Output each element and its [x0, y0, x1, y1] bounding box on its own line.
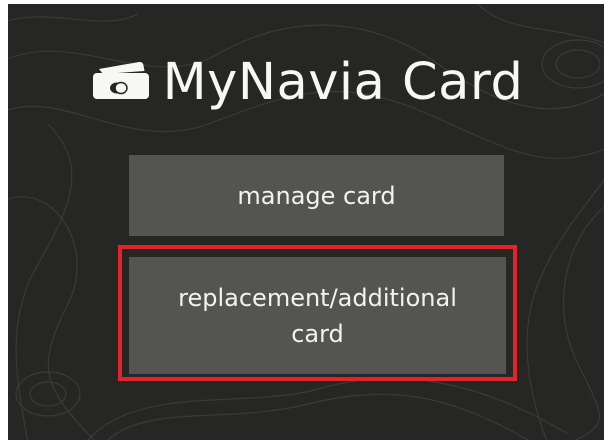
mynavia-card-panel: MyNavia Card manage card replacement/add…: [8, 4, 604, 440]
credit-card-icon: [92, 61, 149, 99]
manage-card-button[interactable]: manage card: [129, 155, 504, 236]
replacement-card-label: replacement/additional card: [178, 283, 457, 348]
page-header: MyNavia Card: [8, 42, 604, 122]
replacement-card-button[interactable]: replacement/additional card: [129, 257, 506, 374]
page-title: MyNavia Card: [162, 52, 524, 112]
manage-card-label: manage card: [237, 181, 396, 210]
